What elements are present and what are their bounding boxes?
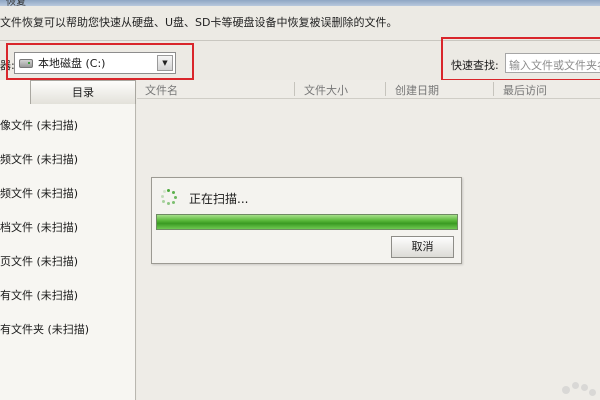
category-item[interactable]: 有文件夹 (未扫描) (0, 321, 89, 337)
scan-progress-fill (157, 215, 457, 229)
loading-spinner-icon (161, 189, 177, 205)
column-divider (493, 82, 494, 96)
scanning-status-text: 正在扫描... (189, 192, 249, 206)
watermark-logo (560, 380, 598, 398)
window-titlebar: 恢复 (0, 0, 600, 8)
scan-progress-bar (156, 214, 458, 230)
category-item[interactable]: 页文件 (未扫描) (0, 253, 78, 269)
category-item[interactable]: 频文件 (未扫描) (0, 151, 78, 167)
tab-directory[interactable]: 目录 (30, 80, 136, 104)
column-divider (294, 82, 295, 96)
window-title: 恢复 (6, 0, 26, 8)
scanning-dialog: 正在扫描... 取消 (151, 177, 462, 264)
column-divider (385, 82, 386, 96)
info-text: 文件恢复可以帮助您快速从硬盘、U盘、SD卡等硬盘设备中恢复被误删除的文件。 (0, 16, 398, 29)
highlight-box-drive (6, 43, 194, 80)
highlight-box-search (441, 37, 600, 81)
column-header-created[interactable]: 创建日期 (395, 82, 439, 98)
category-item[interactable]: 像文件 (未扫描) (0, 117, 78, 133)
header-underline (137, 98, 600, 99)
column-header-size[interactable]: 文件大小 (304, 82, 348, 98)
category-item[interactable]: 频文件 (未扫描) (0, 185, 78, 201)
column-header-accessed[interactable]: 最后访问 (503, 82, 547, 98)
category-item[interactable]: 档文件 (未扫描) (0, 219, 78, 235)
category-panel: 目录 像文件 (未扫描) 频文件 (未扫描) 频文件 (未扫描) 档文件 (未扫… (0, 80, 136, 400)
column-header-name[interactable]: 文件名 (145, 82, 178, 98)
category-item[interactable]: 有文件 (未扫描) (0, 287, 78, 303)
cancel-button[interactable]: 取消 (391, 236, 454, 258)
